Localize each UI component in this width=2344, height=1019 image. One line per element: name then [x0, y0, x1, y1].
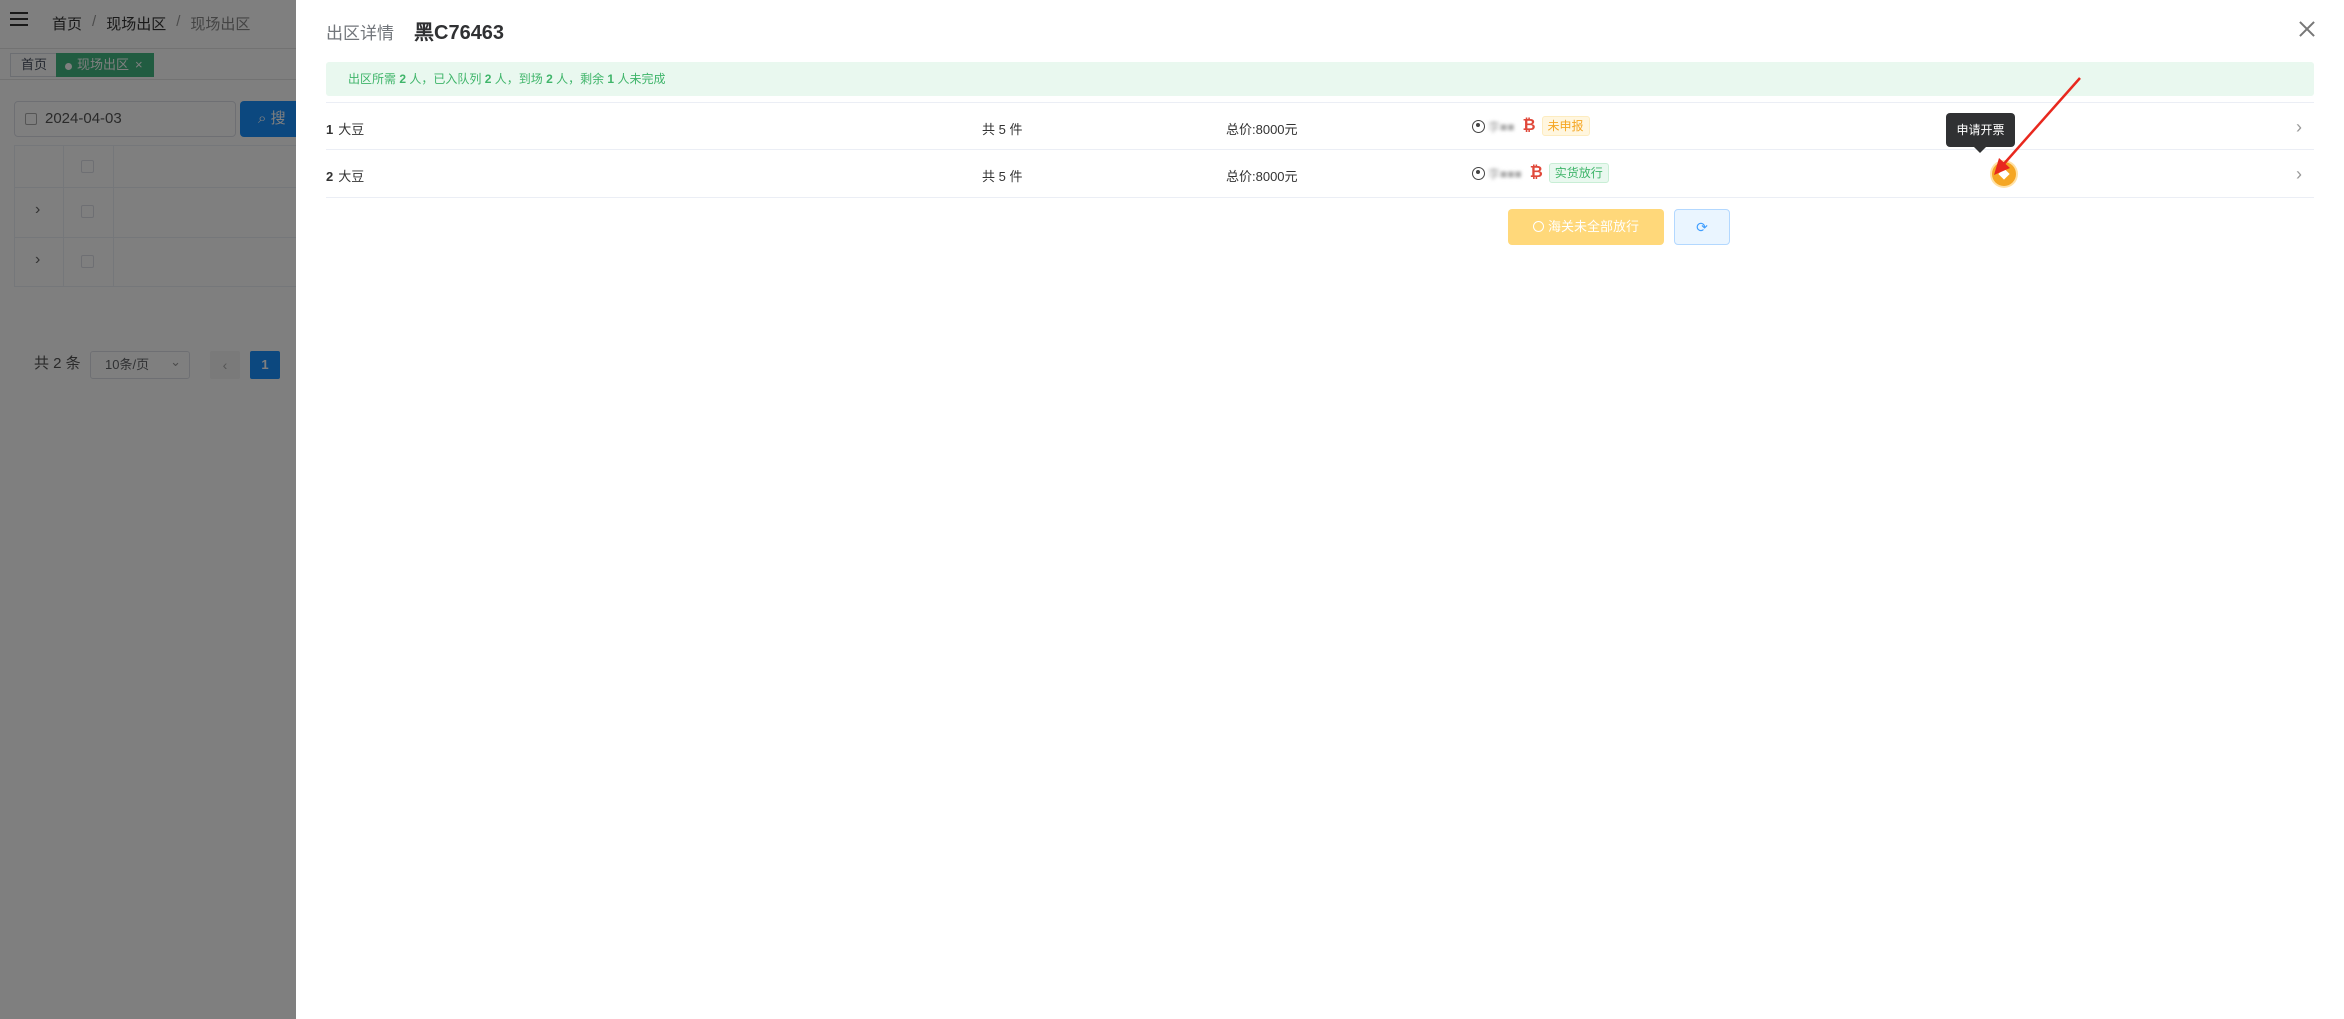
arrow-annotation-icon [1994, 77, 2081, 175]
